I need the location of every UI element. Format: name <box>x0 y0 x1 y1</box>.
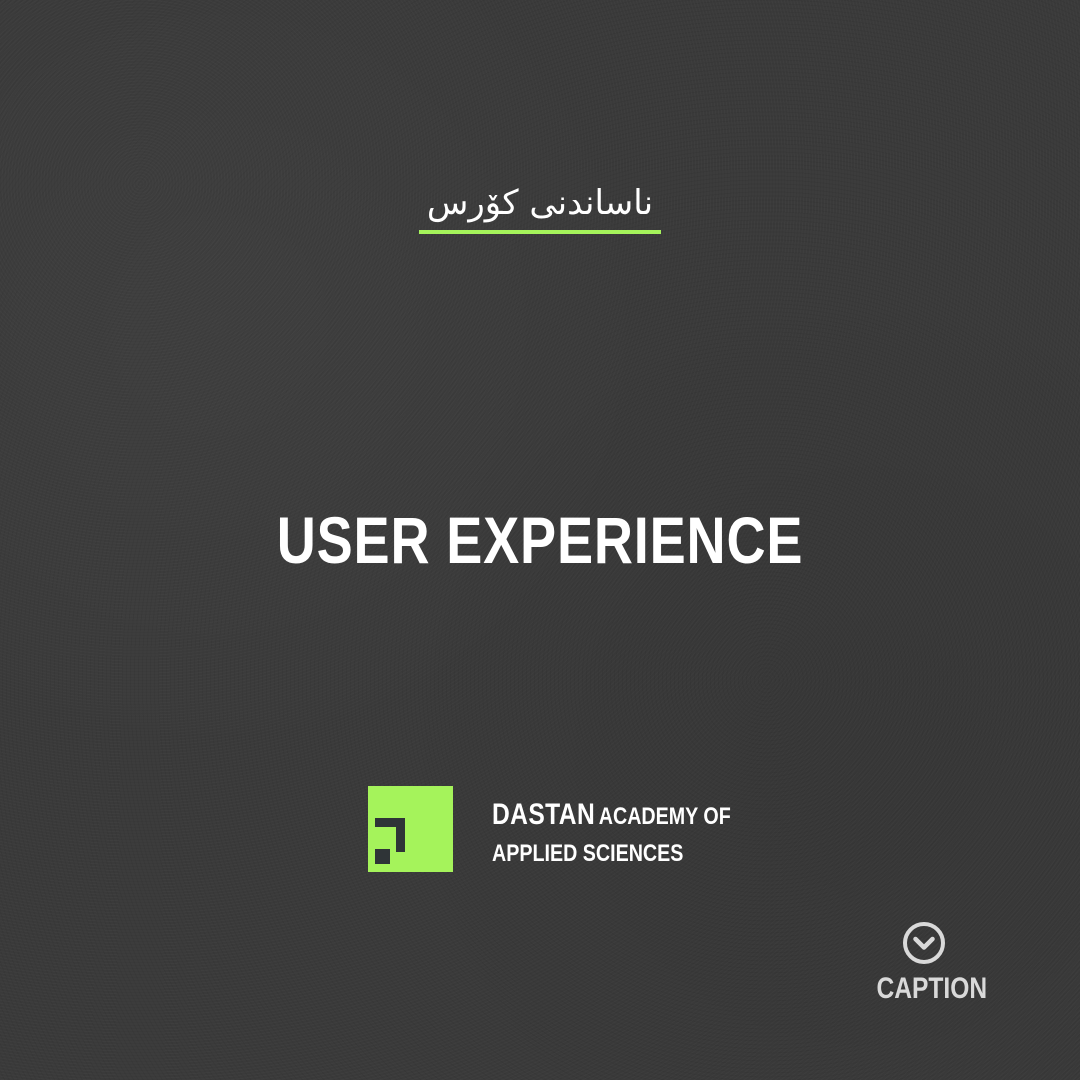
subtitle-text: ناساندنی کۆرس <box>418 180 662 234</box>
subtitle: ناساندنی کۆرس <box>0 180 1080 234</box>
logo-mark <box>375 818 405 864</box>
post-canvas: ناساندنی کۆرس USER EXPERIENCE DASTAN ACA… <box>0 0 1080 1080</box>
brand-text: DASTAN ACADEMY OF APPLIED SCIENCES <box>492 798 731 871</box>
chevron-down-circle-icon <box>903 922 945 964</box>
brand-name-rest: ACADEMY OF <box>598 803 731 830</box>
brand-line2: APPLIED SCIENCES <box>492 840 684 867</box>
dastan-logo-icon <box>368 786 453 872</box>
course-title: USER EXPERIENCE <box>276 503 804 577</box>
caption-label: CAPTION <box>876 972 988 1005</box>
brand-name: DASTAN <box>492 798 596 831</box>
caption-button[interactable]: CAPTION <box>866 920 988 1016</box>
